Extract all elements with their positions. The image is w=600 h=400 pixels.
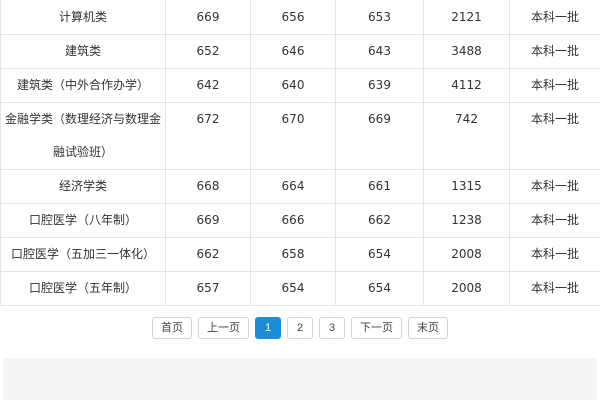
avg-score-cell: 640 xyxy=(250,68,336,103)
major-cell: 金融学类（数理经济与数理金融试验班） xyxy=(0,102,166,170)
table-row: 计算机类 669 656 653 2121 本科一批 xyxy=(0,0,600,35)
max-score-cell: 672 xyxy=(165,102,251,170)
major-cell: 口腔医学（五加三一体化） xyxy=(0,237,166,272)
batch-cell: 本科一批 xyxy=(509,102,600,170)
avg-score-cell: 646 xyxy=(250,34,336,69)
pagination: 首页 上一页 1 2 3 下一页 末页 xyxy=(0,317,600,339)
page-3-button[interactable]: 3 xyxy=(319,317,345,339)
min-rank-cell: 4112 xyxy=(423,68,510,103)
table-row: 建筑类 652 646 643 3488 本科一批 xyxy=(0,34,600,69)
major-cell: 经济学类 xyxy=(0,169,166,204)
table-row: 金融学类（数理经济与数理金融试验班） 672 670 669 742 本科一批 xyxy=(0,102,600,170)
major-cell: 计算机类 xyxy=(0,0,166,35)
min-score-cell: 654 xyxy=(335,237,424,272)
avg-score-cell: 664 xyxy=(250,169,336,204)
batch-cell: 本科一批 xyxy=(509,237,600,272)
score-table: 计算机类 669 656 653 2121 本科一批 建筑类 652 646 6… xyxy=(0,0,600,306)
major-cell: 口腔医学（五年制） xyxy=(0,271,166,306)
avg-score-cell: 654 xyxy=(250,271,336,306)
min-score-cell: 653 xyxy=(335,0,424,35)
major-cell: 建筑类 xyxy=(0,34,166,69)
min-rank-cell: 2008 xyxy=(423,237,510,272)
max-score-cell: 642 xyxy=(165,68,251,103)
min-rank-cell: 742 xyxy=(423,102,510,170)
last-page-button[interactable]: 末页 xyxy=(408,317,448,339)
batch-cell: 本科一批 xyxy=(509,34,600,69)
batch-cell: 本科一批 xyxy=(509,271,600,306)
page-1-button[interactable]: 1 xyxy=(255,317,281,339)
first-page-button[interactable]: 首页 xyxy=(152,317,192,339)
min-score-cell: 639 xyxy=(335,68,424,103)
max-score-cell: 662 xyxy=(165,237,251,272)
batch-cell: 本科一批 xyxy=(509,0,600,35)
max-score-cell: 657 xyxy=(165,271,251,306)
next-page-button[interactable]: 下一页 xyxy=(351,317,402,339)
avg-score-cell: 656 xyxy=(250,0,336,35)
min-rank-cell: 1238 xyxy=(423,203,510,238)
table-row: 经济学类 668 664 661 1315 本科一批 xyxy=(0,169,600,204)
avg-score-cell: 670 xyxy=(250,102,336,170)
min-rank-cell: 3488 xyxy=(423,34,510,69)
min-rank-cell: 2008 xyxy=(423,271,510,306)
min-score-cell: 669 xyxy=(335,102,424,170)
table-row: 建筑类（中外合作办学） 642 640 639 4112 本科一批 xyxy=(0,68,600,103)
avg-score-cell: 658 xyxy=(250,237,336,272)
min-score-cell: 662 xyxy=(335,203,424,238)
batch-cell: 本科一批 xyxy=(509,169,600,204)
min-rank-cell: 2121 xyxy=(423,0,510,35)
prev-page-button[interactable]: 上一页 xyxy=(198,317,249,339)
max-score-cell: 669 xyxy=(165,0,251,35)
min-score-cell: 654 xyxy=(335,271,424,306)
page: 计算机类 669 656 653 2121 本科一批 建筑类 652 646 6… xyxy=(0,0,600,400)
page-2-button[interactable]: 2 xyxy=(287,317,313,339)
table-row: 口腔医学（八年制） 669 666 662 1238 本科一批 xyxy=(0,203,600,238)
min-rank-cell: 1315 xyxy=(423,169,510,204)
table-row: 口腔医学（五年制） 657 654 654 2008 本科一批 xyxy=(0,271,600,306)
table-row: 口腔医学（五加三一体化） 662 658 654 2008 本科一批 xyxy=(0,237,600,272)
max-score-cell: 668 xyxy=(165,169,251,204)
batch-cell: 本科一批 xyxy=(509,203,600,238)
major-cell: 口腔医学（八年制） xyxy=(0,203,166,238)
avg-score-cell: 666 xyxy=(250,203,336,238)
max-score-cell: 669 xyxy=(165,203,251,238)
major-cell: 建筑类（中外合作办学） xyxy=(0,68,166,103)
min-score-cell: 643 xyxy=(335,34,424,69)
footer-band xyxy=(3,358,597,400)
max-score-cell: 652 xyxy=(165,34,251,69)
min-score-cell: 661 xyxy=(335,169,424,204)
batch-cell: 本科一批 xyxy=(509,68,600,103)
